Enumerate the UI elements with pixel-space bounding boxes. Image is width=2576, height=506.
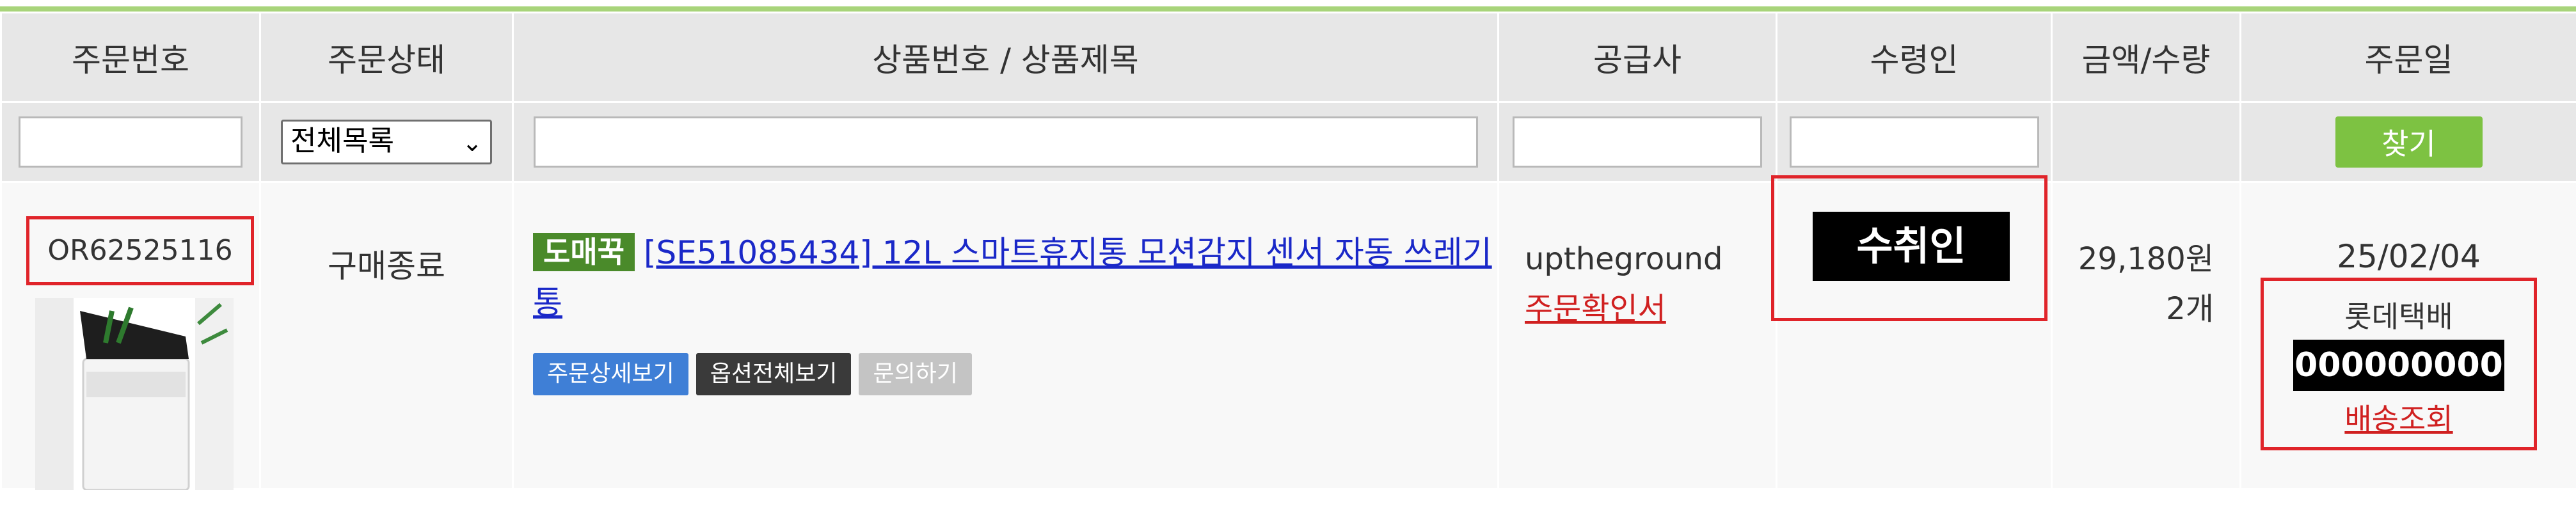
column-header-status: 주문상태 xyxy=(259,12,514,103)
order-list: 주문번호 주문상태 상품번호 / 상품제목 공급사 수령인 금액/수량 주문일 … xyxy=(0,0,2576,506)
orders-table: 주문번호 주문상태 상품번호 / 상품제목 공급사 수령인 금액/수량 주문일 … xyxy=(0,12,2576,490)
recipient-name: 수취인 xyxy=(1813,212,2010,281)
shipping-highlight-box: 롯데택배 000000000 배송조회 xyxy=(2261,278,2537,450)
recipient-cell: 수취인 xyxy=(1771,175,2053,490)
order-detail-button[interactable]: 주문상세보기 xyxy=(533,353,688,395)
table-header-row: 주문번호 주문상태 상품번호 / 상품제목 공급사 수령인 금액/수량 주문일 xyxy=(0,12,2576,103)
supplier-cell: uptheground 주문확인서 xyxy=(1497,181,1777,490)
status-cell: 구매종료 xyxy=(259,181,514,490)
option-all-button[interactable]: 옵션전체보기 xyxy=(696,353,852,395)
track-shipment-link[interactable]: 배송조회 xyxy=(2264,396,2534,438)
order-date: 25/02/04 xyxy=(2337,238,2481,275)
column-header-amount: 금액/수량 xyxy=(2051,12,2241,103)
table-row: OR62525116 구매종료 도매꾹 [SE51085434] 12L 스마트… xyxy=(0,175,2576,490)
order-quantity: 2개 xyxy=(2166,291,2214,327)
recipient-filter-input[interactable] xyxy=(1789,116,2039,168)
inquiry-button[interactable]: 문의하기 xyxy=(859,353,972,395)
product-cell: 도매꾹 [SE51085434] 12L 스마트휴지통 모션감지 센서 자동 쓰레… xyxy=(512,181,1499,490)
order-date-cell: 25/02/04 롯데택배 000000000 배송조회 xyxy=(2239,181,2576,490)
order-confirmation-link[interactable]: 주문확인서 xyxy=(1525,291,1666,327)
product-thumbnail[interactable] xyxy=(35,298,234,490)
source-badge: 도매꾹 xyxy=(533,233,635,271)
carrier-name: 롯데택배 xyxy=(2344,299,2453,334)
order-no-filter-input[interactable] xyxy=(19,116,242,168)
order-status: 구매종료 xyxy=(328,248,445,285)
product-title-link[interactable]: [SE51085434] 12L 스마트휴지통 모션감지 센서 자동 쓰레기통 xyxy=(533,234,1492,321)
order-number[interactable]: OR62525116 xyxy=(26,216,254,285)
filter-row: 전체목록 ⌄ 찾기 xyxy=(0,101,2576,183)
column-header-order-no: 주문번호 xyxy=(0,12,261,103)
top-accent-line xyxy=(0,6,2576,12)
column-header-order-date: 주문일 xyxy=(2239,12,2576,103)
status-filter-value: 전체목록 xyxy=(290,125,394,157)
amount-filter-empty xyxy=(2051,101,2241,183)
product-filter-input[interactable] xyxy=(533,116,1478,168)
order-no-cell: OR62525116 xyxy=(0,181,261,490)
status-filter-select[interactable]: 전체목록 ⌄ xyxy=(281,120,492,164)
column-header-supplier: 공급사 xyxy=(1497,12,1777,103)
column-header-product: 상품번호 / 상품제목 xyxy=(512,12,1499,103)
supplier-name: uptheground xyxy=(1525,241,1723,277)
find-button[interactable]: 찾기 xyxy=(2335,116,2483,168)
order-amount: 29,180원 xyxy=(2078,241,2214,277)
chevron-down-icon: ⌄ xyxy=(462,129,482,157)
supplier-filter-input[interactable] xyxy=(1513,116,1762,168)
amount-cell: 29,180원 2개 xyxy=(2051,181,2241,490)
column-header-recipient: 수령인 xyxy=(1776,12,2053,103)
recipient-highlight-box: 수취인 xyxy=(1771,175,2047,321)
tracking-number: 000000000 xyxy=(2293,340,2504,391)
